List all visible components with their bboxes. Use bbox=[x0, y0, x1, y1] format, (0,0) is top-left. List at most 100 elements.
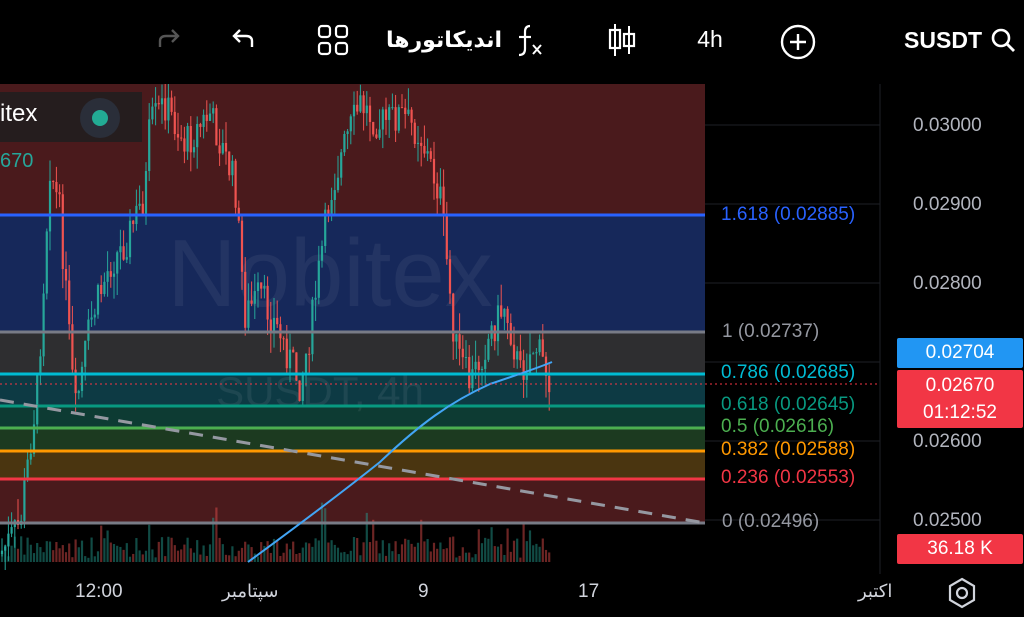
volume-bar bbox=[186, 537, 189, 562]
fib-label-0: 0 (0.02496) bbox=[722, 511, 820, 532]
volume-bar bbox=[375, 540, 378, 562]
volume-bar bbox=[106, 530, 109, 562]
volume-bar bbox=[87, 557, 90, 562]
candle-body bbox=[464, 357, 468, 359]
candle-body bbox=[375, 134, 378, 138]
volume-bar bbox=[141, 554, 144, 562]
volume-bar bbox=[368, 542, 372, 562]
candle-body bbox=[199, 124, 202, 127]
price-tick: 0.02500 bbox=[913, 510, 982, 531]
volume-bar bbox=[496, 546, 500, 562]
candle-body bbox=[311, 299, 314, 355]
volume-bar bbox=[493, 546, 496, 562]
candle-body bbox=[272, 317, 276, 333]
candle-body bbox=[442, 186, 445, 216]
settings-hexagon-icon[interactable] bbox=[945, 576, 979, 610]
redo-icon[interactable] bbox=[150, 22, 190, 58]
volume-bar bbox=[218, 537, 221, 562]
candle-body bbox=[474, 361, 477, 370]
volume-bar bbox=[346, 554, 349, 562]
indicators-button[interactable]: اندیکاتورها bbox=[386, 22, 552, 58]
volume-bar bbox=[359, 555, 362, 562]
volume-bar bbox=[93, 556, 96, 562]
volume-bar bbox=[378, 553, 381, 562]
candle-body bbox=[519, 351, 522, 361]
volume-bar bbox=[330, 540, 333, 562]
candle-body bbox=[436, 183, 439, 199]
legend-value: 670 bbox=[0, 150, 34, 172]
volume-bar bbox=[452, 536, 455, 562]
volume-bar bbox=[384, 555, 388, 562]
interval-button[interactable]: 4h bbox=[686, 22, 734, 56]
candle-body bbox=[503, 308, 506, 317]
volume-bar bbox=[356, 537, 359, 562]
bar-countdown: 01:12:52 bbox=[923, 402, 997, 423]
volume-bar bbox=[96, 551, 100, 562]
candle-body bbox=[253, 291, 256, 304]
add-symbol-icon[interactable] bbox=[776, 20, 820, 64]
layout-grid-icon[interactable] bbox=[312, 20, 354, 60]
volume-bar bbox=[509, 551, 512, 562]
volume-bar bbox=[192, 552, 196, 562]
price-tick: 0.03000 bbox=[913, 115, 982, 136]
volume-bar bbox=[404, 538, 407, 562]
volume-bar bbox=[288, 549, 292, 562]
volume-bar bbox=[372, 519, 375, 562]
candle-body bbox=[125, 257, 128, 260]
volume-bar bbox=[413, 546, 416, 562]
candle-body bbox=[132, 220, 135, 225]
candle-body bbox=[509, 322, 512, 345]
candle-body bbox=[352, 104, 356, 117]
volume-bar bbox=[224, 554, 228, 562]
candle-body bbox=[330, 200, 333, 215]
volume-bar bbox=[535, 543, 538, 562]
candle-body bbox=[160, 98, 164, 105]
candle-body bbox=[500, 305, 503, 317]
candle-body bbox=[205, 114, 208, 121]
time-label: 12:00 bbox=[75, 581, 123, 602]
candle-body bbox=[141, 203, 144, 214]
undo-icon[interactable] bbox=[222, 22, 262, 58]
candle-body bbox=[80, 366, 84, 391]
candle-body bbox=[77, 390, 80, 394]
candle-body bbox=[512, 344, 516, 360]
candle-body bbox=[90, 317, 93, 320]
current-price-value: 0.02670 bbox=[925, 375, 995, 396]
candlestick-type-icon[interactable] bbox=[602, 20, 642, 60]
candle-body bbox=[288, 349, 292, 369]
symbol-search-button[interactable]: SUSDT bbox=[886, 22, 1016, 58]
volume-bar bbox=[276, 540, 279, 562]
candle-body bbox=[189, 126, 192, 153]
last-price-value: 0.02704 bbox=[925, 342, 995, 363]
volume-bar bbox=[26, 537, 29, 562]
candle-body bbox=[407, 109, 410, 115]
legend-status-dot-icon[interactable] bbox=[80, 98, 120, 138]
volume-bar bbox=[282, 552, 285, 562]
candle-body bbox=[157, 103, 160, 105]
candle-body bbox=[404, 107, 407, 115]
volume-bar bbox=[336, 547, 340, 562]
candle-body bbox=[292, 349, 295, 353]
volume-bar bbox=[532, 545, 535, 562]
volume-bar bbox=[365, 512, 368, 562]
candle-body bbox=[42, 293, 45, 357]
candle-body bbox=[0, 550, 4, 554]
volume-bar bbox=[311, 546, 314, 562]
legend-exchange: itex bbox=[0, 100, 38, 127]
chart-pane[interactable]: Nobitex SUSDT, 4h 0.03000 0.02900 0.0280… bbox=[0, 84, 1024, 574]
chart-legend[interactable]: itex bbox=[0, 92, 142, 142]
watermark-brand: Nobitex bbox=[167, 220, 493, 327]
candle-body bbox=[285, 338, 288, 369]
volume-bar bbox=[381, 540, 384, 562]
candle-body bbox=[164, 98, 167, 121]
volume-bar bbox=[442, 549, 445, 562]
candle-body bbox=[365, 105, 368, 114]
candle-body bbox=[480, 368, 484, 371]
candle-body bbox=[61, 194, 64, 269]
last-price-badge: 0.02704 bbox=[897, 338, 1023, 368]
candle-body bbox=[532, 353, 535, 355]
candle-body bbox=[516, 351, 519, 360]
volume-bar bbox=[36, 543, 39, 562]
price-chart[interactable]: Nobitex SUSDT, 4h bbox=[0, 84, 1024, 574]
candle-body bbox=[388, 107, 391, 120]
